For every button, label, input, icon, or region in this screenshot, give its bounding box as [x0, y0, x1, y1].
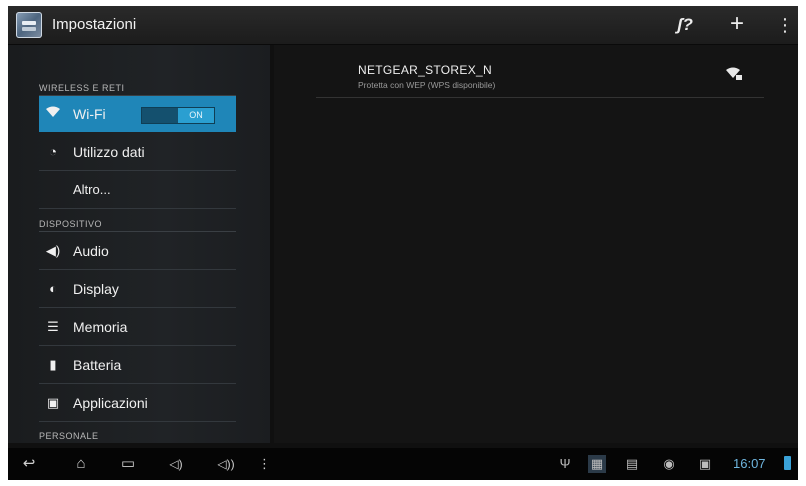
settings-item-battery[interactable]: ▮ Batteria: [39, 347, 236, 384]
volume-down-icon[interactable]: ◁): [166, 454, 186, 474]
settings-item-label: Utilizzo dati: [73, 144, 145, 160]
settings-item-label: Audio: [73, 243, 109, 259]
wps-icon[interactable]: ʃ?: [670, 10, 700, 40]
brightness-icon: ◐: [49, 281, 57, 296]
settings-item-label: Batteria: [73, 357, 122, 373]
settings-item-more[interactable]: Altro...: [39, 172, 236, 209]
battery-status-icon: [784, 456, 791, 470]
status-clock: 16:07: [733, 456, 766, 471]
divider: [316, 97, 764, 98]
android-icon: ◉: [663, 456, 675, 471]
settings-list: WIRELESS E RETI Wi-Fi ON ◔ Utilizzo dati…: [8, 45, 270, 443]
apps-icon: ▣: [46, 395, 60, 410]
toggle-state: ON: [178, 108, 214, 123]
settings-item-label: Altro...: [73, 182, 111, 197]
volume-icon: ◀︎): [45, 243, 61, 258]
wifi-locked-icon: [726, 67, 742, 81]
gallery-icon: ▤: [625, 456, 639, 471]
settings-item-label: Applicazioni: [73, 395, 148, 411]
settings-item-display[interactable]: ◐ Display: [39, 271, 236, 308]
settings-item-label: Display: [73, 281, 119, 297]
add-network-icon[interactable]: +: [722, 10, 752, 40]
screenshot-icon: ▦: [588, 455, 606, 473]
settings-item-wifi[interactable]: Wi-Fi ON: [39, 96, 236, 132]
divider: [39, 231, 236, 232]
settings-item-label: Wi-Fi: [73, 106, 106, 122]
recent-apps-icon[interactable]: ▭: [116, 454, 140, 474]
wifi-toggle[interactable]: ON: [141, 107, 215, 124]
app-title: Impostazioni: [52, 16, 137, 33]
settings-item-label: Memoria: [73, 319, 128, 335]
volume-up-icon[interactable]: ◁)): [215, 454, 237, 474]
action-bar: Impostazioni ʃ? + ⋮: [8, 6, 798, 45]
back-icon[interactable]: ↩: [18, 454, 40, 474]
data-usage-icon: ◔: [49, 144, 57, 159]
network-security: Protetta con WEP (WPS disponibile): [358, 80, 496, 90]
wifi-networks-panel: NETGEAR_STOREX_N Protetta con WEP (WPS d…: [274, 45, 798, 443]
battery-icon: ▮: [49, 357, 57, 372]
overflow-menu-icon[interactable]: ⋮: [770, 10, 798, 40]
overflow-icon[interactable]: ⋮: [258, 454, 271, 474]
settings-app-icon[interactable]: [16, 12, 42, 38]
settings-item-apps[interactable]: ▣ Applicazioni: [39, 385, 236, 422]
system-bar: ↩ ⌂ ▭ ◁) ◁)) ⋮ Ψ ▦ ▤ ◉ ▣ 16:07: [8, 448, 798, 480]
section-header-personal: PERSONALE: [39, 431, 99, 441]
storage-icon: ☰: [47, 319, 59, 334]
settings-item-data-usage[interactable]: ◔ Utilizzo dati: [39, 134, 236, 171]
section-header-wireless: WIRELESS E RETI: [39, 83, 125, 93]
wifi-icon: [45, 106, 61, 122]
network-ssid: NETGEAR_STOREX_N: [358, 63, 492, 77]
usb-icon: Ψ: [559, 456, 571, 471]
tablet-screen: Impostazioni ʃ? + ⋮ WIRELESS E RETI Wi-F…: [8, 6, 798, 480]
section-header-device: DISPOSITIVO: [39, 219, 103, 229]
settings-item-storage[interactable]: ☰ Memoria: [39, 309, 236, 346]
home-icon[interactable]: ⌂: [68, 454, 94, 474]
sd-card-icon: ▣: [698, 456, 712, 471]
settings-item-audio[interactable]: ◀︎) Audio: [39, 233, 236, 270]
